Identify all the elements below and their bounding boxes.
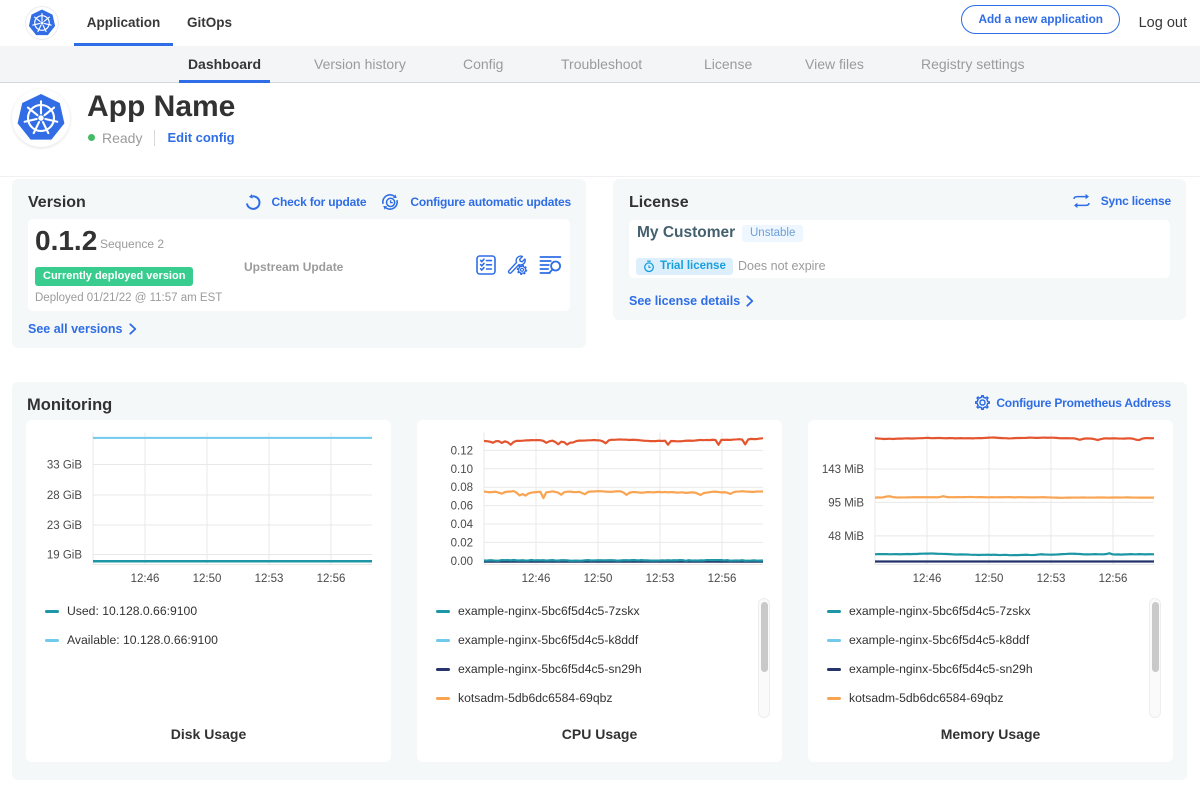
svg-text:0.00: 0.00 (451, 556, 473, 568)
svg-text:12:53: 12:53 (255, 573, 284, 585)
svg-text:0.04: 0.04 (451, 519, 474, 531)
svg-text:48 MiB: 48 MiB (828, 531, 864, 543)
svg-text:12:56: 12:56 (708, 573, 737, 585)
svg-text:12:46: 12:46 (522, 573, 551, 585)
svg-text:12:50: 12:50 (193, 573, 222, 585)
svg-text:0.12: 0.12 (451, 445, 473, 457)
svg-text:12:53: 12:53 (646, 573, 675, 585)
svg-text:12:46: 12:46 (913, 573, 942, 585)
svg-text:143 MiB: 143 MiB (822, 464, 865, 476)
svg-text:0.02: 0.02 (451, 537, 473, 549)
svg-text:0.06: 0.06 (451, 501, 473, 513)
svg-text:12:46: 12:46 (131, 573, 160, 585)
svg-text:95 MiB: 95 MiB (828, 497, 864, 509)
svg-text:19 GiB: 19 GiB (47, 550, 82, 562)
svg-text:0.10: 0.10 (451, 464, 473, 476)
svg-text:33 GiB: 33 GiB (47, 460, 82, 472)
svg-text:12:50: 12:50 (584, 573, 613, 585)
svg-text:28 GiB: 28 GiB (47, 490, 82, 502)
svg-text:23 GiB: 23 GiB (47, 520, 82, 532)
svg-text:12:56: 12:56 (317, 573, 346, 585)
svg-text:12:53: 12:53 (1037, 573, 1066, 585)
svg-text:12:56: 12:56 (1099, 573, 1128, 585)
svg-text:12:50: 12:50 (975, 573, 1004, 585)
svg-text:0.08: 0.08 (451, 482, 473, 494)
